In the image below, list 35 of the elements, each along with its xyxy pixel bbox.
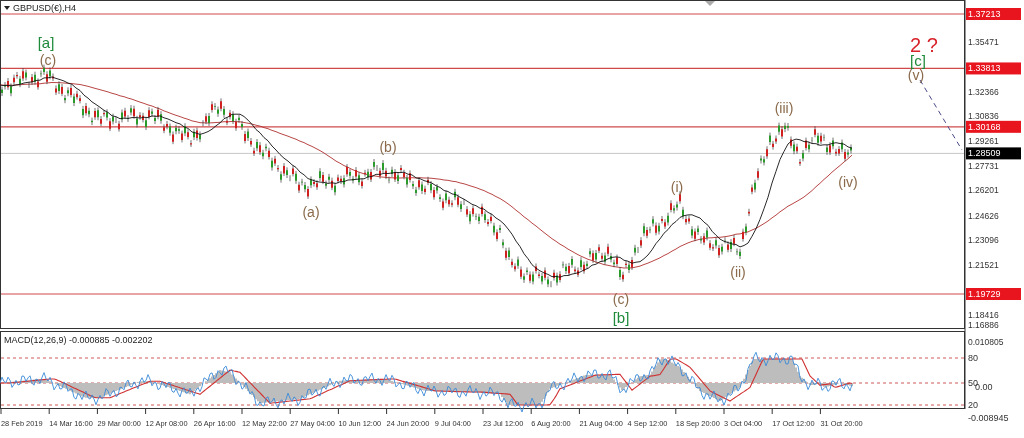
- price-axis-label: 1.30836: [968, 111, 999, 122]
- wave-label: [b]: [612, 309, 630, 326]
- price-axis-label: 1.21521: [968, 260, 999, 271]
- macd-title: MACD(12,26,9) -0.000885 -0.002202: [4, 335, 153, 345]
- price-axis-label: 1.26201: [968, 185, 999, 196]
- price-axis-label: 1.16886: [968, 320, 999, 330]
- current-price-badge: 1.28509: [966, 147, 1021, 160]
- dropdown-icon[interactable]: [4, 6, 10, 10]
- wave-label: (c): [612, 291, 630, 307]
- price-axis-label: 1.29261: [968, 136, 999, 147]
- macd-level-label: 80: [968, 353, 978, 363]
- wave-label: [a]: [37, 34, 55, 51]
- wave-label: (a): [302, 204, 320, 220]
- price-axis-label: 1.18416: [968, 310, 999, 321]
- macd-level-label: 50: [968, 378, 978, 388]
- price-axis-label: 1.24626: [968, 210, 999, 221]
- macd-scale-label: -0.008945: [968, 413, 1009, 423]
- wave-label: (iii): [774, 100, 794, 116]
- macd-level-label: 20: [968, 400, 978, 410]
- price-axis-label: 1.35471: [968, 36, 999, 47]
- macd-scale-label: 0.010805: [968, 337, 1004, 347]
- wave-label: (ii): [730, 264, 746, 280]
- wave-label: (i): [670, 179, 684, 195]
- price-axis-label: 1.23096: [968, 235, 999, 246]
- price-level-badge: 1.19729: [966, 288, 1021, 300]
- price-level-badge: 1.30168: [966, 120, 1021, 133]
- price-axis-label: 1.27731: [968, 160, 999, 171]
- price-level-badge: 1.37213: [966, 8, 1021, 20]
- macd-scale-label: 0.00: [975, 382, 993, 392]
- price-axis-label: 1.32366: [968, 86, 999, 97]
- chart-title: GBPUSD(€),H4: [13, 3, 76, 13]
- wave-label: (c): [39, 52, 57, 68]
- price-level-badge: 1.33813: [966, 62, 1021, 75]
- wave-label: (b): [379, 139, 397, 155]
- wave-label: (iv): [838, 174, 858, 190]
